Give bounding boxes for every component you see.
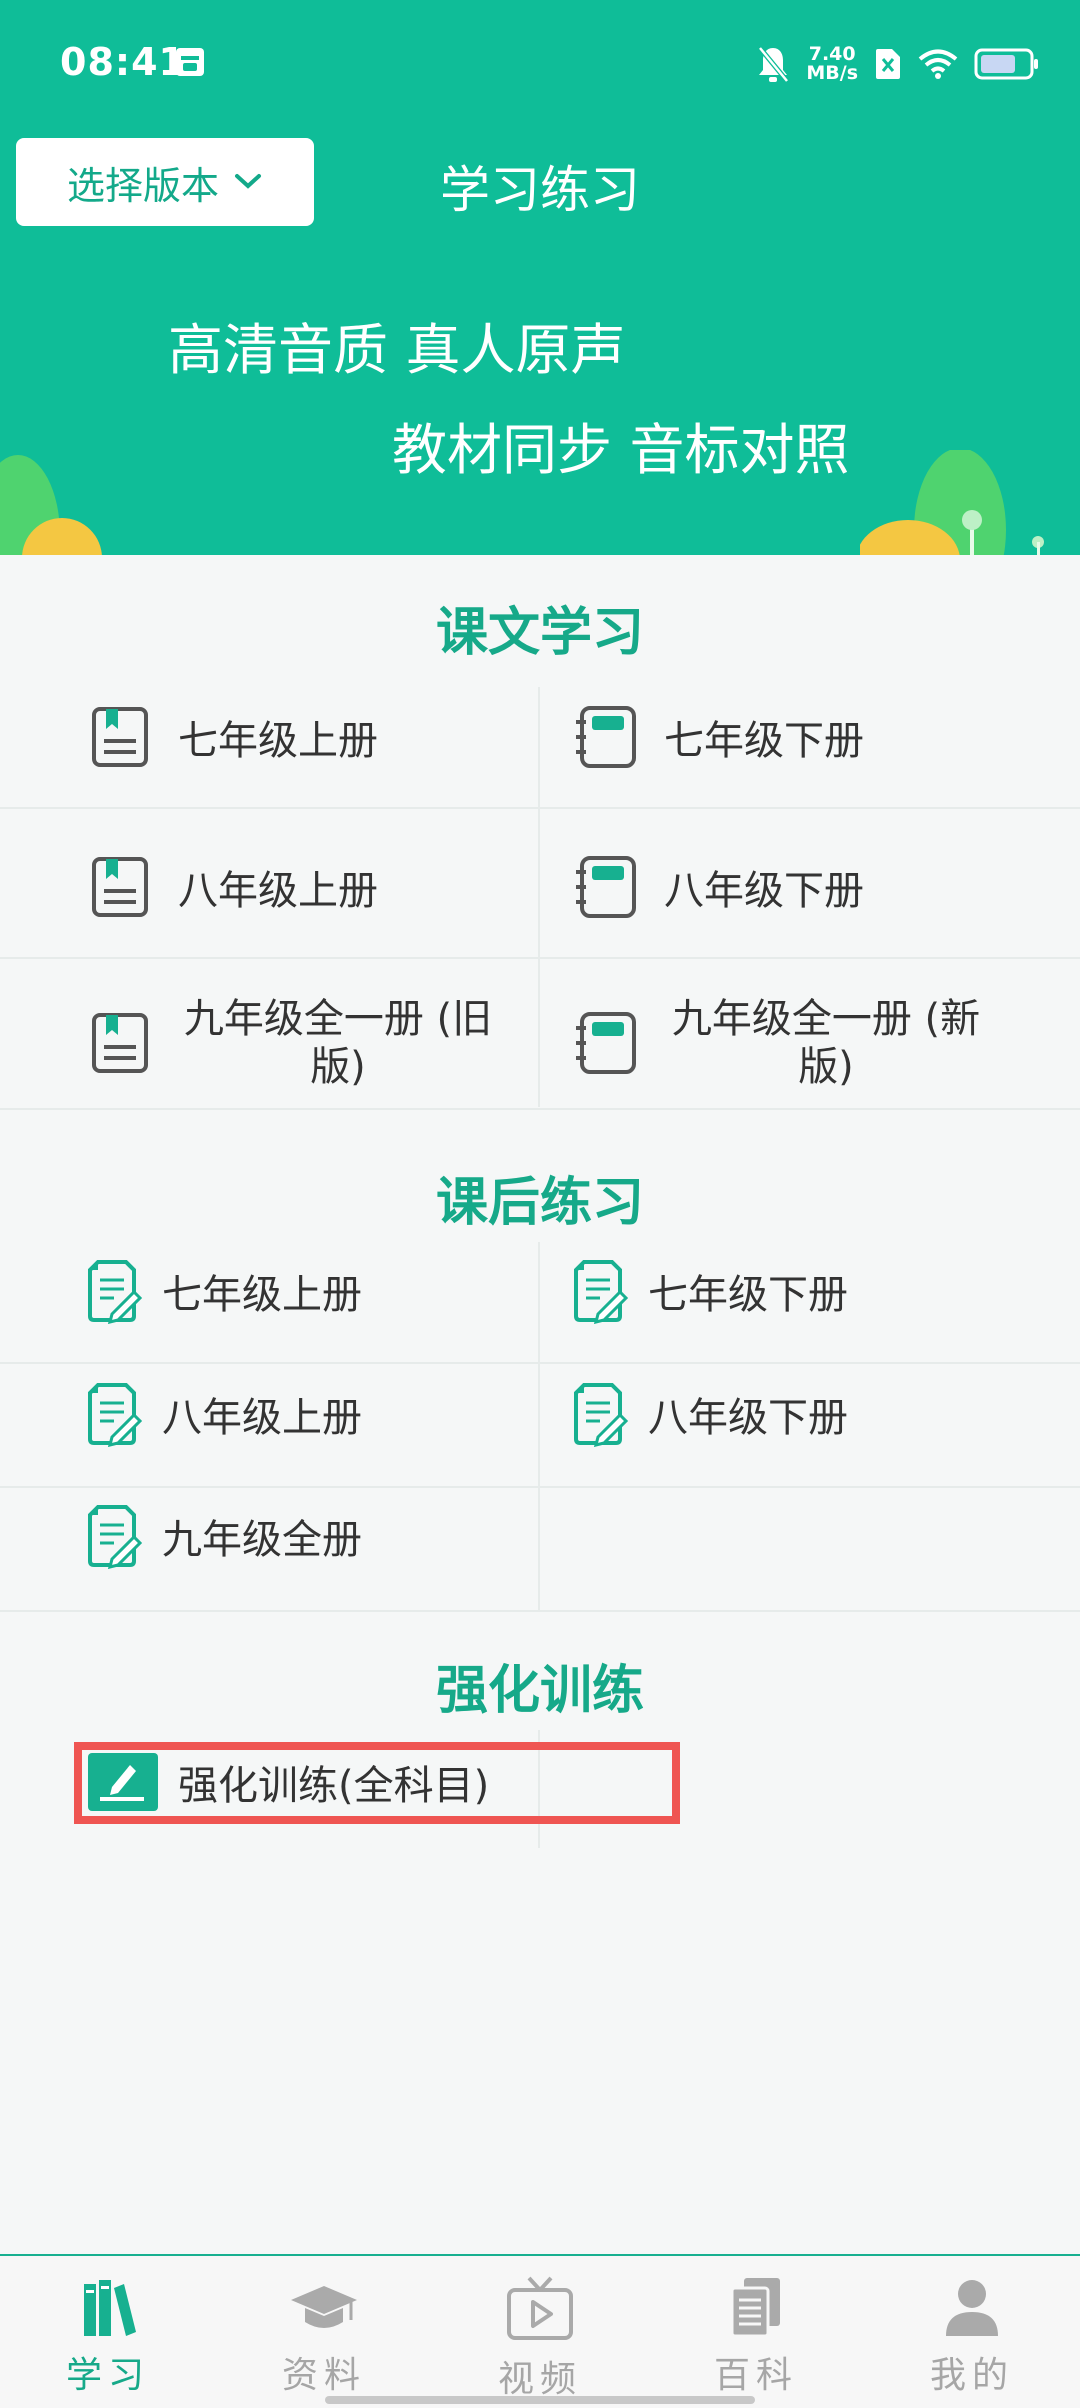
textbook-item-label: 七年级下册 [664, 718, 864, 764]
hills-decoration-right [860, 450, 1044, 555]
exercise-item-grade8-vol1[interactable]: 八年级上册 [82, 1381, 362, 1447]
header-banner: 08:41 7.40 MB/s 选择版本 学习练习 高清音质 真人原声 教材同步… [0, 0, 1080, 555]
exercise-item-grade9[interactable]: 九年级全册 [82, 1503, 362, 1569]
textbook-item-grade7-vol1[interactable]: 七年级上册 [90, 702, 378, 772]
exercise-item-grade8-vol2[interactable]: 八年级下册 [568, 1381, 848, 1447]
document-edit-icon [88, 1505, 142, 1569]
column-divider [538, 1242, 540, 1610]
highlight-box [74, 1742, 680, 1824]
tab-label: 百科 [713, 2355, 798, 2396]
textbook-item-label: 九年级全一册 (新版) [671, 996, 981, 1090]
textbook-item-label: 八年级上册 [178, 868, 378, 914]
tab-label: 视频 [497, 2359, 582, 2400]
book-bookmark-icon [92, 707, 148, 767]
notebook-icon [576, 856, 636, 918]
notebook-icon [576, 706, 636, 768]
status-icons: 7.40 MB/s [756, 38, 1040, 90]
exercise-item-label: 九年级全册 [162, 1517, 362, 1563]
exercise-item-label: 八年级上册 [162, 1395, 362, 1441]
tab-study[interactable]: 学习 [0, 2276, 216, 2400]
book-bookmark-icon [92, 1013, 148, 1073]
net-speed-unit: MB/s [806, 62, 858, 84]
column-divider [538, 687, 540, 1107]
textbook-item-grade7-vol2[interactable]: 七年级下册 [572, 702, 864, 772]
textbook-item-label: 九年级全一册 (旧版) [183, 996, 493, 1090]
slogan-line-1: 高清音质 真人原声 [168, 318, 626, 382]
hills-decoration-left [0, 455, 102, 555]
textbook-item-grade9-old[interactable]: 九年级全一册 (旧版) [90, 993, 508, 1093]
textbook-item-grade8-vol2[interactable]: 八年级下册 [572, 852, 864, 922]
status-bar: 08:41 7.40 MB/s [0, 0, 1080, 125]
calendar-icon [176, 48, 204, 76]
graduation-cap-icon [291, 2286, 357, 2328]
document-edit-icon [88, 1383, 142, 1447]
textbook-item-grade8-vol1[interactable]: 八年级上册 [90, 852, 378, 922]
divider [0, 1610, 1080, 1612]
document-stack-icon [730, 2278, 780, 2338]
tab-label: 资料 [281, 2355, 366, 2396]
textbook-item-grade9-new[interactable]: 九年级全一册 (新版) [572, 993, 996, 1093]
tab-label: 我的 [929, 2355, 1014, 2396]
exercise-item-grade7-vol2[interactable]: 七年级下册 [568, 1258, 848, 1324]
notebook-icon [576, 1012, 636, 1074]
tab-mine[interactable]: 我的 [864, 2276, 1080, 2400]
user-icon [946, 2280, 998, 2336]
exercise-item-label: 七年级上册 [162, 1272, 362, 1318]
slogan-line-2: 教材同步 音标对照 [392, 418, 850, 482]
home-indicator[interactable] [325, 2396, 755, 2404]
bell-off-icon [758, 46, 790, 83]
tab-label: 学习 [65, 2355, 150, 2396]
divider [0, 1108, 1080, 1110]
textbook-item-label: 七年级上册 [178, 718, 378, 764]
divider [0, 1486, 1080, 1488]
book-bookmark-icon [92, 857, 148, 917]
exercise-item-label: 七年级下册 [648, 1272, 848, 1318]
tv-play-icon [507, 2276, 573, 2340]
divider [0, 1362, 1080, 1364]
section-title-intensive: 强化训练 [435, 1661, 644, 1721]
no-sim-icon [876, 49, 900, 79]
section-title-exercise: 课后练习 [435, 1173, 644, 1233]
document-edit-icon [88, 1260, 142, 1324]
books-icon [84, 2280, 136, 2336]
wifi-icon [918, 49, 958, 79]
tab-video[interactable]: 视频 [432, 2276, 648, 2400]
exercise-item-grade7-vol1[interactable]: 七年级上册 [82, 1258, 362, 1324]
divider [0, 807, 1080, 809]
document-edit-icon [574, 1260, 628, 1324]
document-edit-icon [574, 1383, 628, 1447]
status-time: 08:41 [60, 40, 186, 84]
exercise-item-label: 八年级下册 [648, 1395, 848, 1441]
net-speed: 7.40 MB/s [806, 45, 858, 83]
tab-materials[interactable]: 资料 [216, 2276, 432, 2400]
battery-icon [974, 48, 1038, 80]
tab-encyclopedia[interactable]: 百科 [648, 2276, 864, 2400]
textbook-item-label: 八年级下册 [664, 868, 864, 914]
section-title-textbook: 课文学习 [435, 603, 644, 663]
bottom-tab-bar: 学习 资料 视频 百科 我的 [0, 2254, 1080, 2408]
page-title: 学习练习 [440, 161, 640, 219]
divider [0, 957, 1080, 959]
